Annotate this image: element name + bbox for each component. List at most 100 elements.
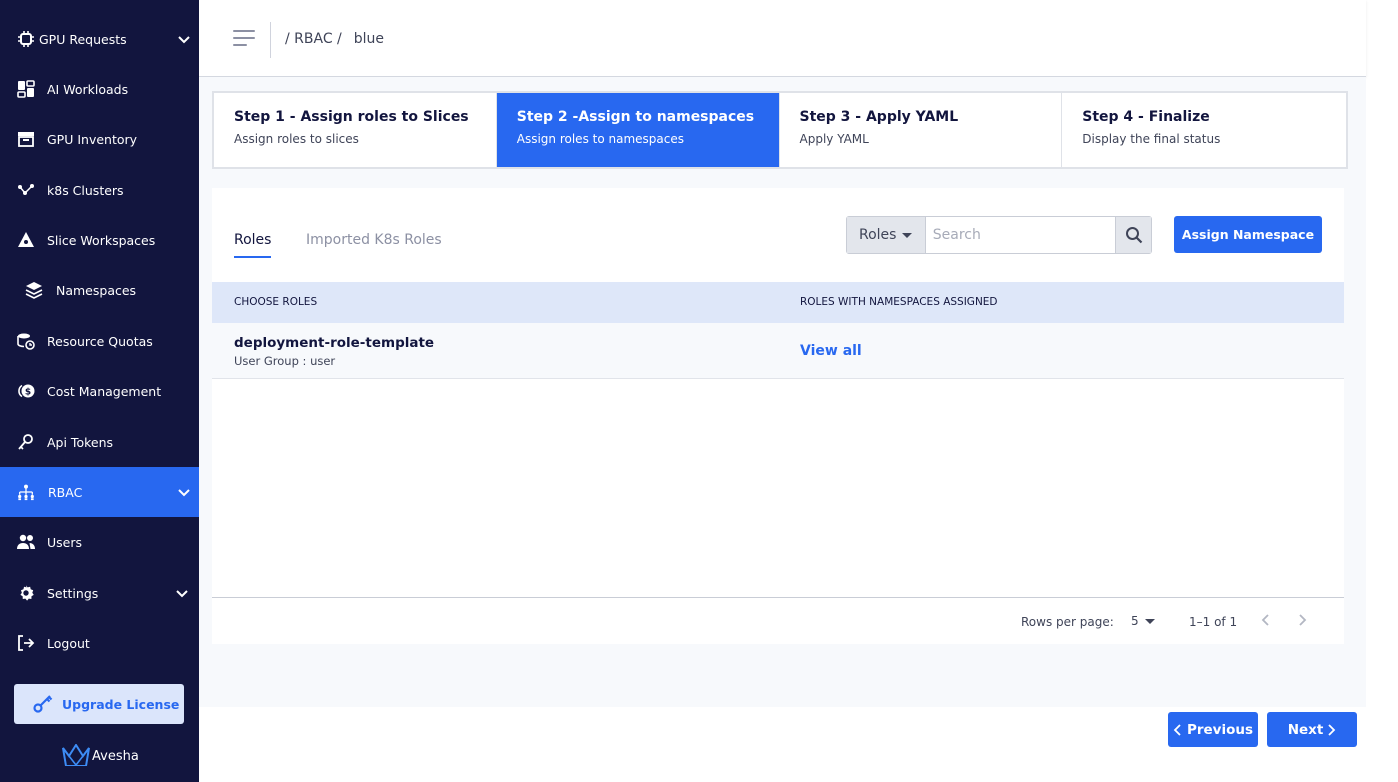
sidebar-item-label: RBAC	[48, 484, 83, 500]
sidebar-item-gpu-requests[interactable]: GPU Requests	[0, 14, 199, 64]
step-subtitle: Display the final status	[1082, 132, 1221, 146]
brand-logo: Avesha	[62, 744, 139, 766]
users-icon	[17, 533, 35, 551]
sidebar-item-label: Resource Quotas	[47, 333, 153, 349]
table-header: CHOOSE ROLES ROLES WITH NAMESPACES ASSIG…	[212, 282, 1344, 323]
sidebar-item-k8s-clusters[interactable]: k8s Clusters	[0, 165, 199, 215]
sidebar-item-label: GPU Requests	[39, 31, 127, 47]
layers-icon	[25, 281, 43, 299]
step-4[interactable]: Step 4 - Finalize Display the final stat…	[1062, 93, 1346, 167]
chevron-down-icon[interactable]	[175, 586, 189, 600]
search-icon	[1125, 227, 1142, 244]
brand-name: Avesha	[92, 749, 139, 764]
chevron-left-icon	[1173, 723, 1181, 736]
sidebar-item-namespaces[interactable]: Namespaces	[0, 265, 199, 315]
sidebar-item-label: Api Tokens	[47, 434, 114, 450]
roles-card: Roles Imported K8s Roles Roles Assign Na…	[212, 188, 1344, 644]
crown-icon	[62, 744, 90, 766]
table-row[interactable]: deployment-role-template User Group : us…	[212, 323, 1344, 379]
rows-per-page-label: Rows per page:	[1021, 615, 1114, 629]
top-header: / RBAC / blue	[199, 0, 1366, 77]
step-subtitle: Assign roles to namespaces	[516, 132, 684, 146]
column-header-namespaces-assigned: ROLES WITH NAMESPACES ASSIGNED	[800, 296, 998, 308]
pagination-range: 1–1 of 1	[1189, 615, 1238, 629]
sidebar-item-cost-management[interactable]: $ Cost Management	[0, 366, 199, 416]
workspace-icon	[17, 231, 35, 249]
rows-per-page-select[interactable]: 5	[1131, 614, 1155, 628]
step-subtitle: Apply YAML	[799, 132, 869, 146]
key-icon	[32, 692, 54, 717]
menu-icon[interactable]	[233, 30, 255, 50]
sidebar-item-gpu-inventory[interactable]: GPU Inventory	[0, 114, 199, 164]
breadcrumb-current: blue	[353, 31, 385, 47]
filter-select[interactable]: Roles	[847, 217, 926, 253]
sidebar-item-settings[interactable]: Settings	[0, 568, 199, 618]
chevron-right-icon	[1328, 723, 1336, 736]
sidebar-item-label: Cost Management	[47, 383, 162, 399]
chevron-down-icon[interactable]	[177, 485, 191, 499]
view-all-link[interactable]: View all	[800, 343, 862, 359]
breadcrumb: / RBAC / blue	[285, 31, 384, 47]
main-content: Step 1 - Assign roles to Slices Assign r…	[199, 77, 1366, 707]
search-bar: Roles	[846, 216, 1152, 254]
search-button[interactable]	[1115, 217, 1151, 253]
column-header-choose-roles: CHOOSE ROLES	[234, 296, 318, 308]
sidebar-item-api-tokens[interactable]: Api Tokens	[0, 417, 199, 467]
previous-label: Previous	[1186, 721, 1254, 738]
sidebar-item-rbac[interactable]: RBAC	[0, 467, 199, 517]
upgrade-license-label: Upgrade License	[62, 696, 180, 712]
step-subtitle: Assign roles to slices	[234, 132, 359, 146]
next-page-icon[interactable]	[1295, 613, 1309, 627]
search-input[interactable]	[925, 217, 1116, 253]
chevron-down-icon[interactable]	[177, 32, 191, 46]
stepper: Step 1 - Assign roles to Slices Assign r…	[212, 91, 1348, 169]
previous-button[interactable]: Previous	[1168, 712, 1258, 747]
sidebar: GPU Requests AI Workloads GPU Inventory …	[0, 0, 199, 782]
step-title: Step 1 - Assign roles to Slices	[234, 109, 469, 125]
assign-namespace-button[interactable]: Assign Namespace	[1174, 216, 1322, 253]
step-2[interactable]: Step 2 -Assign to namespaces Assign role…	[496, 93, 780, 167]
role-name: deployment-role-template	[234, 335, 435, 351]
dashboard-icon	[17, 80, 35, 98]
header-divider	[270, 22, 271, 58]
upgrade-license-button[interactable]: Upgrade License	[14, 684, 184, 724]
cost-icon: $	[17, 382, 35, 400]
gear-icon	[17, 584, 35, 602]
sidebar-item-label: Logout	[47, 635, 90, 651]
step-1[interactable]: Step 1 - Assign roles to Slices Assign r…	[214, 93, 497, 167]
logout-icon	[17, 634, 35, 652]
rbac-icon	[17, 483, 35, 501]
sidebar-item-users[interactable]: Users	[0, 517, 199, 567]
sidebar-item-label: Slice Workspaces	[47, 232, 156, 248]
sidebar-item-label: Settings	[47, 585, 99, 601]
inventory-icon	[17, 130, 35, 148]
sidebar-item-label: GPU Inventory	[47, 131, 138, 147]
sidebar-item-logout[interactable]: Logout	[0, 618, 199, 668]
role-user-group: User Group : user	[234, 354, 336, 368]
tab-imported-k8s-roles[interactable]: Imported K8s Roles	[306, 232, 442, 256]
caret-down-icon	[902, 232, 913, 238]
breadcrumb-prefix[interactable]: / RBAC /	[285, 31, 342, 47]
sidebar-item-label: Users	[47, 534, 83, 550]
step-3[interactable]: Step 3 - Apply YAML Apply YAML	[779, 93, 1063, 167]
sidebar-item-label: Namespaces	[56, 282, 137, 298]
tab-roles[interactable]: Roles	[234, 232, 272, 258]
table-pagination: Rows per page: 5 1–1 of 1	[212, 597, 1344, 644]
chip-icon	[17, 30, 35, 48]
sidebar-item-slice-workspaces[interactable]: Slice Workspaces	[0, 215, 199, 265]
quota-icon	[17, 332, 35, 350]
step-title: Step 4 - Finalize	[1082, 109, 1210, 125]
rows-per-page-value: 5	[1131, 614, 1139, 628]
caret-down-icon	[1144, 618, 1155, 624]
step-title: Step 2 -Assign to namespaces	[516, 109, 755, 125]
svg-text:$: $	[25, 388, 31, 398]
step-title: Step 3 - Apply YAML	[799, 109, 959, 125]
sidebar-item-label: k8s Clusters	[47, 182, 124, 198]
next-button[interactable]: Next	[1267, 712, 1357, 747]
sidebar-item-ai-workloads[interactable]: AI Workloads	[0, 64, 199, 114]
next-label: Next	[1287, 721, 1324, 738]
prev-page-icon[interactable]	[1259, 613, 1273, 627]
filter-select-value: Roles	[859, 227, 897, 243]
sidebar-item-resource-quotas[interactable]: Resource Quotas	[0, 316, 199, 366]
clusters-icon	[17, 181, 35, 199]
